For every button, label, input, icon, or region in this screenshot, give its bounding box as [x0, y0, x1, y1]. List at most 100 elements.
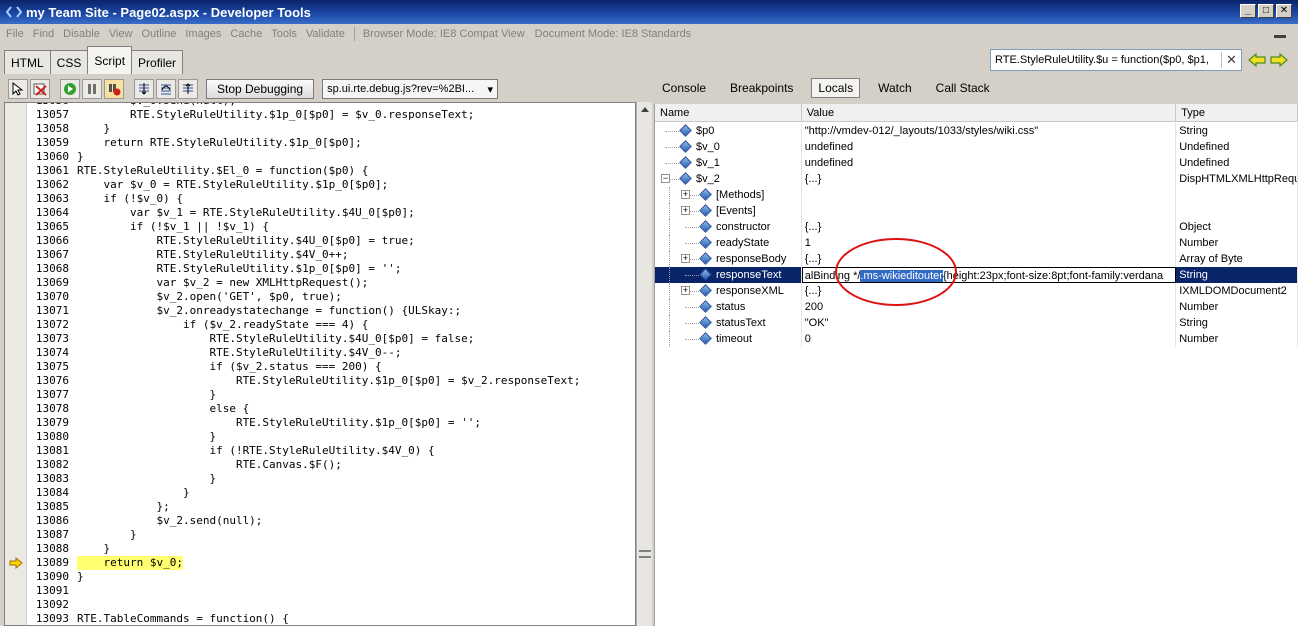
menu-item-tools[interactable]: Tools	[271, 28, 297, 40]
locals-row[interactable]: + [Methods]	[655, 187, 1298, 203]
code-line: 13065 if (!$v_1 || !$v_1) {	[27, 220, 580, 234]
locals-row[interactable]: $v_0 undefined Undefined	[655, 139, 1298, 155]
document-mode-menu[interactable]: Document Mode: IE8 Standards	[535, 28, 692, 40]
maximize-button[interactable]: □	[1258, 4, 1274, 18]
scroll-thumb[interactable]	[639, 550, 651, 558]
code-line: 13067 RTE.StyleRuleUtility.$4V_0++;	[27, 248, 580, 262]
locals-value-cell	[802, 203, 1177, 219]
locals-row[interactable]: status 200 Number	[655, 299, 1298, 315]
menu-item-find[interactable]: Find	[33, 28, 54, 40]
code-text: RTE.StyleRuleUtility.$1p_0[$p0] = $v_0.r…	[77, 108, 475, 121]
tab-css[interactable]: CSS	[49, 50, 89, 74]
tree-line	[669, 315, 670, 331]
collapse-icon[interactable]: −	[661, 174, 670, 183]
tab-locals[interactable]: Locals	[811, 78, 861, 98]
step-out-icon[interactable]	[178, 79, 198, 99]
script-file-select[interactable]: sp.ui.rte.debug.js?rev=%2BI... ▾	[322, 79, 499, 99]
locals-row[interactable]: $p0 "http://vmdev-012/_layouts/1033/style…	[655, 123, 1298, 139]
menu-item-disable[interactable]: Disable	[63, 28, 100, 40]
menu-item-validate[interactable]: Validate	[306, 28, 345, 40]
scroll-up-icon[interactable]	[639, 104, 651, 116]
line-number: 13079	[35, 416, 69, 429]
browser-mode-menu[interactable]: Browser Mode: IE8 Compat View	[363, 28, 525, 40]
script-source-pane[interactable]: 13056 $v_0.send(null);13057 RTE.StyleRul…	[4, 102, 636, 626]
continue-icon[interactable]	[60, 79, 80, 99]
name-column-header[interactable]: Name	[655, 104, 802, 122]
current-line-arrow-icon	[9, 557, 23, 569]
code-text: RTE.StyleRuleUtility.$4V_0--;	[77, 346, 402, 359]
tab-breakpoints[interactable]: Breakpoints	[724, 78, 799, 98]
previous-result-icon[interactable]	[1248, 52, 1266, 68]
locals-row[interactable]: + responseXML {...} IXMLDOMDocument2	[655, 283, 1298, 299]
locals-type-cell: Undefined	[1176, 155, 1298, 171]
tree-line	[685, 243, 699, 244]
menu-item-view[interactable]: View	[109, 28, 133, 40]
expand-icon[interactable]: +	[681, 190, 690, 199]
code-line: 13080 }	[27, 430, 580, 444]
break-on-error-icon[interactable]	[104, 79, 124, 99]
code-text: if (!$v_1 || !$v_1) {	[77, 220, 270, 233]
locals-row[interactable]: $v_1 undefined Undefined	[655, 155, 1298, 171]
edit-text-before: alBinding */	[804, 270, 861, 282]
break-all-icon[interactable]	[82, 79, 102, 99]
stop-debugging-button[interactable]: Stop Debugging	[206, 79, 315, 99]
menu-item-file[interactable]: File	[6, 28, 24, 40]
locals-type-cell: Number	[1176, 331, 1298, 347]
property-icon	[699, 284, 712, 297]
tab-call-stack[interactable]: Call Stack	[930, 78, 996, 98]
locals-row[interactable]: timeout 0 Number	[655, 331, 1298, 347]
clear-browser-cache-icon[interactable]	[30, 79, 50, 99]
tab-profiler[interactable]: Profiler	[131, 50, 184, 74]
step-over-icon[interactable]	[156, 79, 176, 99]
locals-row[interactable]: − $v_2 {...} DispHTMLXMLHttpReque	[655, 171, 1298, 187]
locals-row[interactable]: constructor {...} Object	[655, 219, 1298, 235]
locals-value-cell[interactable]: alBinding */.ms-wikieditouter{height:23p…	[801, 267, 1177, 283]
menu-item-images[interactable]: Images	[185, 28, 221, 40]
locals-type-cell: String	[1176, 315, 1298, 331]
locals-type-cell: Undefined	[1176, 139, 1298, 155]
code-text: }	[77, 570, 84, 583]
locals-row[interactable]: readyState 1 Number	[655, 235, 1298, 251]
menu-item-outline[interactable]: Outline	[141, 28, 176, 40]
locals-name-cell: − $v_2	[655, 171, 802, 187]
locals-type-cell: DispHTMLXMLHttpReque	[1176, 171, 1298, 187]
locals-value-cell: 200	[802, 299, 1177, 315]
expand-icon[interactable]: +	[681, 206, 690, 215]
tab-script[interactable]: Script	[87, 46, 133, 74]
tab-html[interactable]: HTML	[4, 50, 51, 74]
expand-icon[interactable]: +	[681, 254, 690, 263]
next-result-icon[interactable]	[1270, 52, 1288, 68]
code-line: 13079 RTE.StyleRuleUtility.$1p_0[$p0] = …	[27, 416, 580, 430]
locals-row[interactable]: + responseBody {...} Array of Byte	[655, 251, 1298, 267]
code-line: 13093 RTE.TableCommands = function() {	[27, 612, 580, 625]
value-column-header[interactable]: Value	[802, 104, 1177, 122]
line-number: 13085	[35, 500, 69, 513]
locals-row[interactable]: statusText "OK" String	[655, 315, 1298, 331]
code-line: 13070 $v_2.open('GET', $p0, true);	[27, 290, 580, 304]
locals-row[interactable]: + [Events]	[655, 203, 1298, 219]
minimize-button[interactable]: _	[1240, 4, 1256, 18]
line-number: 13058	[35, 122, 69, 135]
code-scrollbar[interactable]	[636, 102, 652, 626]
menu-item-cache[interactable]: Cache	[230, 28, 262, 40]
tab-console[interactable]: Console	[656, 78, 712, 98]
expand-icon[interactable]: +	[681, 286, 690, 295]
locals-name: responseBody	[716, 253, 787, 265]
clear-search-icon[interactable]: ✕	[1221, 52, 1241, 68]
step-into-icon[interactable]	[134, 79, 154, 99]
breakpoint-gutter[interactable]	[5, 103, 27, 625]
code-line: 13068 RTE.StyleRuleUtility.$1p_0[$p0] = …	[27, 262, 580, 276]
menu-separator	[353, 27, 355, 41]
locals-name: readyState	[716, 237, 770, 249]
select-element-icon[interactable]	[8, 79, 28, 99]
line-number: 13093	[35, 612, 69, 625]
type-column-header[interactable]: Type	[1176, 104, 1298, 122]
code-line: 13060}	[27, 150, 580, 164]
close-button[interactable]: ✕	[1276, 4, 1292, 18]
pin-icon[interactable]	[1274, 28, 1286, 38]
search-box[interactable]: RTE.StyleRuleUtility.$u = function($p0, …	[990, 49, 1242, 71]
tab-watch[interactable]: Watch	[872, 78, 918, 98]
search-input[interactable]: RTE.StyleRuleUtility.$u = function($p0, …	[995, 54, 1221, 66]
code-line: 13091	[27, 584, 580, 598]
locals-row[interactable]: responseText alBinding */.ms-wikieditoute…	[655, 267, 1298, 283]
